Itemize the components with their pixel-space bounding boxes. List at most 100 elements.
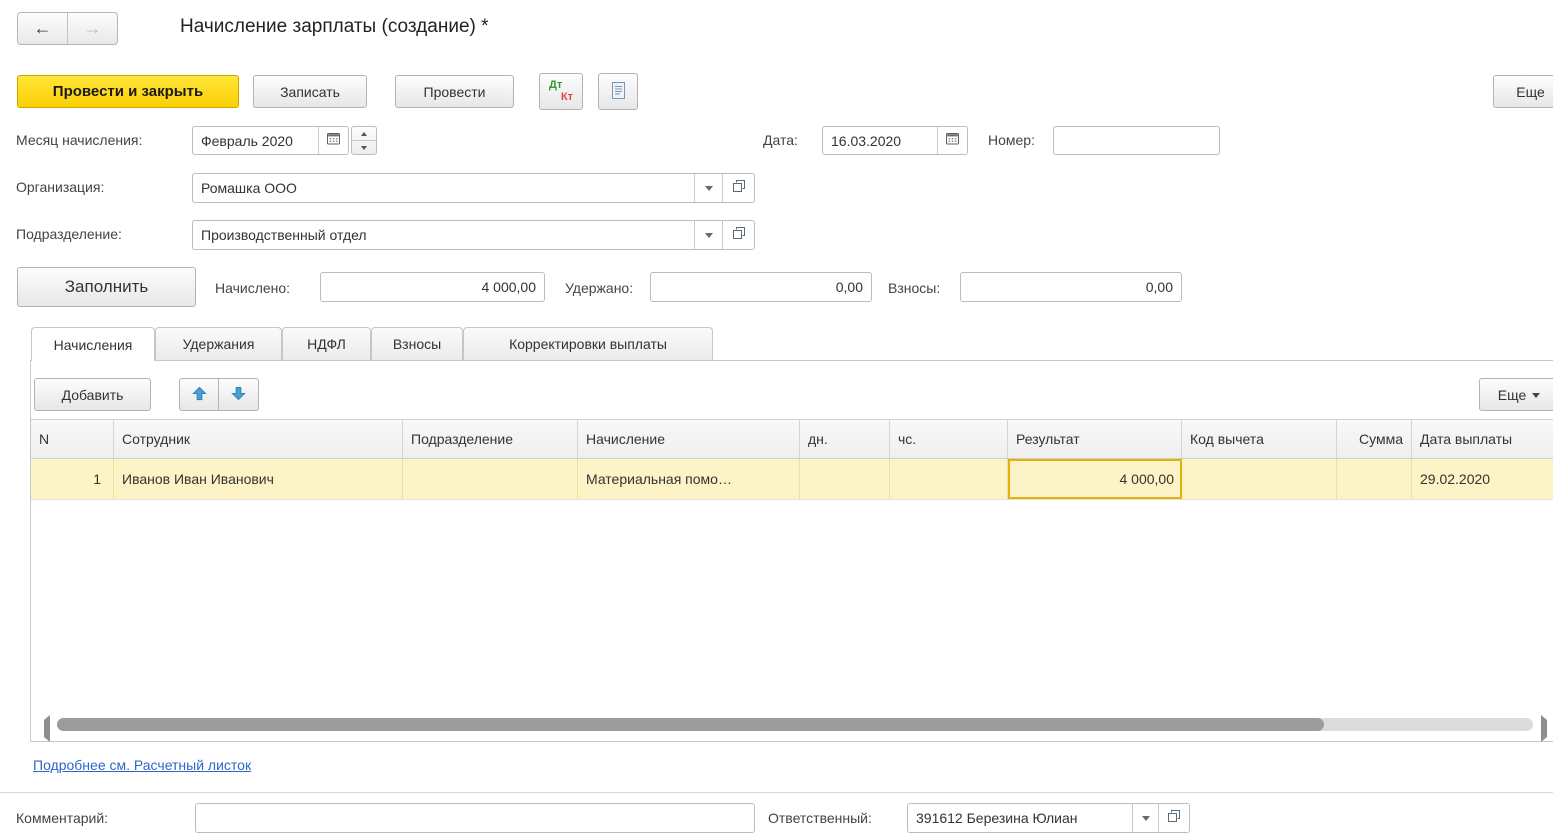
date-value[interactable]: 16.03.2020: [823, 127, 937, 154]
organization-dropdown-button[interactable]: [694, 174, 722, 202]
page-title: Начисление зарплаты (создание) *: [180, 16, 489, 38]
table-row[interactable]: 1 Иванов Иван Иванович Материальная помо…: [31, 459, 1553, 500]
chevron-down-icon: [705, 186, 713, 195]
month-field[interactable]: Февраль 2020: [192, 126, 349, 155]
contributions-label: Взносы:: [888, 280, 940, 296]
footer-divider: [0, 792, 1553, 793]
col-header-n[interactable]: N: [31, 420, 114, 458]
tab-payment-adjustments[interactable]: Корректировки выплаты: [463, 327, 713, 360]
row-move-group: [179, 378, 259, 411]
month-value[interactable]: Февраль 2020: [193, 127, 318, 154]
cell-department[interactable]: [403, 459, 578, 499]
col-header-deduction-code[interactable]: Код вычета: [1182, 420, 1337, 458]
col-header-days[interactable]: дн.: [800, 420, 890, 458]
tab-ndfl[interactable]: НДФЛ: [282, 327, 371, 360]
calendar-icon: [327, 132, 340, 150]
department-value[interactable]: Производственный отдел: [193, 221, 694, 249]
tab-accruals[interactable]: Начисления: [31, 327, 155, 361]
organization-label: Организация:: [16, 179, 104, 195]
dtkt-icon: ДтКт: [549, 80, 573, 103]
back-arrow-icon: ←: [34, 18, 52, 39]
col-header-employee[interactable]: Сотрудник: [114, 420, 403, 458]
responsible-open-button[interactable]: [1158, 804, 1189, 832]
report-button[interactable]: [598, 73, 638, 110]
cell-deduction-code[interactable]: [1182, 459, 1337, 499]
number-input[interactable]: [1053, 126, 1220, 155]
document-icon: [611, 81, 626, 103]
col-header-sum[interactable]: Сумма: [1337, 420, 1412, 458]
month-label: Месяц начисления:: [16, 132, 142, 148]
history-nav-group: ← →: [17, 12, 118, 45]
calendar-icon: [946, 132, 959, 150]
cell-result-selected[interactable]: 4 000,00: [1008, 459, 1182, 499]
triangle-right-icon: [1541, 715, 1552, 742]
post-button[interactable]: Провести: [395, 75, 514, 108]
accruals-tab-panel: Добавить Еще N Сотрудник Подразделение Н…: [30, 360, 1553, 742]
add-row-button[interactable]: Добавить: [34, 378, 151, 411]
department-field[interactable]: Производственный отдел: [192, 220, 755, 250]
comment-input[interactable]: [195, 803, 755, 833]
chevron-down-icon: [1142, 816, 1150, 825]
open-item-icon: [733, 226, 745, 244]
tab-contributions[interactable]: Взносы: [371, 327, 463, 360]
responsible-value[interactable]: 391612 Березина Юлиан: [908, 804, 1132, 832]
col-header-result[interactable]: Результат: [1008, 420, 1182, 458]
post-and-close-button[interactable]: Провести и закрыть: [17, 75, 239, 108]
col-header-department[interactable]: Подразделение: [403, 420, 578, 458]
accrued-input[interactable]: [320, 272, 545, 302]
date-field[interactable]: 16.03.2020: [822, 126, 968, 155]
more-button-label: Еще: [1498, 387, 1527, 403]
move-row-up-button[interactable]: [179, 378, 219, 411]
hscroll-track[interactable]: [57, 718, 1533, 731]
cell-sum[interactable]: [1337, 459, 1412, 499]
cell-accrual[interactable]: Материальная помо…: [578, 459, 800, 499]
open-item-icon: [1168, 809, 1180, 827]
step-down-icon: [361, 146, 367, 153]
month-step-up-button[interactable]: [352, 127, 376, 140]
withheld-label: Удержано:: [565, 280, 633, 296]
forward-arrow-icon: →: [84, 18, 102, 39]
save-button[interactable]: Записать: [253, 75, 367, 108]
tab-deductions[interactable]: Удержания: [155, 327, 282, 360]
move-row-down-button[interactable]: [219, 378, 259, 411]
month-step-down-button[interactable]: [352, 140, 376, 154]
step-up-icon: [361, 129, 367, 136]
cell-employee[interactable]: Иванов Иван Иванович: [114, 459, 403, 499]
triangle-left-icon: [39, 715, 50, 742]
cell-days[interactable]: [800, 459, 890, 499]
department-dropdown-button[interactable]: [694, 221, 722, 249]
organization-field[interactable]: Ромашка ООО: [192, 173, 755, 203]
chevron-down-icon: [705, 233, 713, 242]
arrow-up-icon: [192, 386, 207, 404]
number-label: Номер:: [988, 132, 1035, 148]
col-header-hours[interactable]: чс.: [890, 420, 1008, 458]
responsible-label: Ответственный:: [768, 810, 872, 826]
withheld-input[interactable]: [650, 272, 872, 302]
responsible-field[interactable]: 391612 Березина Юлиан: [907, 803, 1190, 833]
back-button[interactable]: ←: [18, 13, 67, 44]
date-calendar-button[interactable]: [937, 127, 967, 154]
table-header-row: N Сотрудник Подразделение Начисление дн.…: [31, 419, 1553, 459]
organization-open-button[interactable]: [722, 174, 754, 202]
hscroll-right-arrow[interactable]: [1541, 720, 1552, 738]
more-button-top[interactable]: Еще: [1493, 75, 1553, 108]
hscroll-left-arrow[interactable]: [39, 720, 50, 738]
fill-button[interactable]: Заполнить: [17, 267, 196, 307]
dtkt-postings-button[interactable]: ДтКт: [539, 73, 583, 110]
cell-hours[interactable]: [890, 459, 1008, 499]
department-open-button[interactable]: [722, 221, 754, 249]
hscroll-thumb[interactable]: [57, 718, 1324, 731]
more-button-table[interactable]: Еще: [1479, 378, 1553, 411]
cell-n[interactable]: 1: [31, 459, 114, 499]
cell-pay-date[interactable]: 29.02.2020: [1412, 459, 1553, 499]
payslip-link[interactable]: Подробнее см. Расчетный листок: [33, 757, 251, 773]
open-item-icon: [733, 179, 745, 197]
col-header-pay-date[interactable]: Дата выплаты: [1412, 420, 1553, 458]
responsible-dropdown-button[interactable]: [1132, 804, 1158, 832]
month-stepper: [351, 126, 377, 155]
col-header-accrual[interactable]: Начисление: [578, 420, 800, 458]
organization-value[interactable]: Ромашка ООО: [193, 174, 694, 202]
month-calendar-button[interactable]: [318, 127, 348, 154]
forward-button[interactable]: →: [67, 13, 117, 44]
contributions-input[interactable]: [960, 272, 1182, 302]
